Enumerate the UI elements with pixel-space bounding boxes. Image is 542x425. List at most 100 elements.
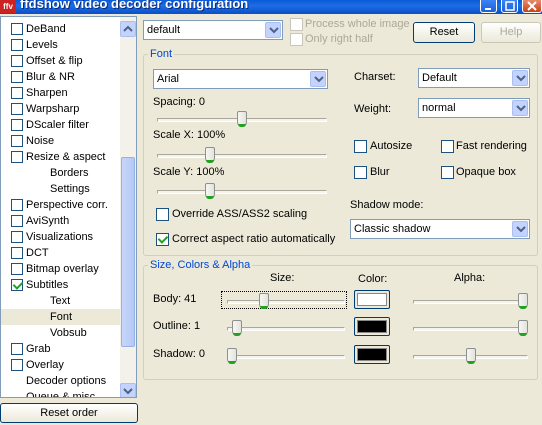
- shadow-size-slider-thumb[interactable]: [227, 348, 237, 364]
- font-name-dropdown-button[interactable]: [310, 71, 326, 87]
- charset-select[interactable]: Default: [418, 68, 530, 88]
- scale-x-slider-thumb[interactable]: [205, 147, 215, 163]
- sidebar-item-borders[interactable]: Borders: [1, 165, 121, 181]
- sidebar-item-checkbox[interactable]: [11, 39, 23, 51]
- sidebar-item-grab[interactable]: Grab: [1, 341, 121, 357]
- outline-alpha-slider-thumb[interactable]: [518, 320, 528, 336]
- sidebar-item-label: Resize & aspect: [26, 151, 106, 163]
- body-size-slider-thumb[interactable]: [259, 293, 269, 309]
- reset-order-button[interactable]: Reset order: [0, 403, 138, 423]
- minimize-button[interactable]: [480, 0, 497, 13]
- help-button[interactable]: Help: [481, 22, 541, 43]
- sidebar-item-checkbox[interactable]: [11, 135, 23, 147]
- sidebar-item-checkbox[interactable]: [11, 151, 23, 163]
- maximize-button[interactable]: [501, 0, 518, 13]
- sidebar-item-queue-misc[interactable]: Queue & misc: [1, 389, 121, 397]
- blur-checkbox[interactable]: [354, 166, 367, 179]
- sidebar-item-label: Overlay: [26, 359, 64, 371]
- sidebar-item-checkbox[interactable]: [11, 103, 23, 115]
- sidebar-item-label: Levels: [26, 39, 58, 51]
- scale-y-slider-track[interactable]: [157, 190, 327, 194]
- sidebar-item-label: Bitmap overlay: [26, 263, 99, 275]
- sidebar-item-blur-nr[interactable]: Blur & NR: [1, 69, 121, 85]
- sidebar-item-avisynth[interactable]: AviSynth: [1, 213, 121, 229]
- ffdshow-app-icon[interactable]: ffv: [0, 0, 16, 13]
- sidebar-item-decoder-options[interactable]: Decoder options: [1, 373, 121, 389]
- sidebar-item-checkbox[interactable]: [11, 55, 23, 67]
- shadow-mode-dropdown-button[interactable]: [512, 221, 528, 237]
- sidebar-item-checkbox[interactable]: [11, 119, 23, 131]
- spacing-slider-thumb[interactable]: [237, 111, 247, 127]
- correct-aspect-checkbox[interactable]: [156, 233, 169, 246]
- body-alpha-slider-track[interactable]: [413, 300, 528, 304]
- body-color-button[interactable]: [354, 290, 390, 309]
- sidebar-item-visualizations[interactable]: Visualizations: [1, 229, 121, 245]
- override-ass-scaling-checkbox[interactable]: [156, 208, 169, 221]
- sidebar-item-checkbox[interactable]: [11, 359, 23, 371]
- scroll-up-button[interactable]: [120, 21, 136, 37]
- sidebar-item-checkbox[interactable]: [11, 279, 23, 291]
- sidebar-item-checkbox[interactable]: [11, 231, 23, 243]
- sidebar-item-checkbox[interactable]: [11, 343, 23, 355]
- sidebar-item-text[interactable]: Text: [1, 293, 121, 309]
- preset-dropdown-button[interactable]: [265, 22, 281, 38]
- sidebar-item-checkbox[interactable]: [11, 23, 23, 35]
- sidebar-item-warpsharp[interactable]: Warpsharp: [1, 101, 121, 117]
- tree-scrollbar[interactable]: [120, 17, 136, 397]
- body-size-slider-track[interactable]: [227, 300, 345, 304]
- sidebar-item-offset-flip[interactable]: Offset & flip: [1, 53, 121, 69]
- maximize-icon: [505, 1, 515, 11]
- title-bar[interactable]: ffv ffdshow video decoder configuration: [0, 0, 542, 14]
- sidebar-item-settings[interactable]: Settings: [1, 181, 121, 197]
- spacing-label: Spacing: 0: [153, 96, 205, 108]
- body-alpha-slider-thumb[interactable]: [518, 293, 528, 309]
- shadow-mode-select[interactable]: Classic shadow: [350, 219, 530, 239]
- autosize-checkbox[interactable]: [354, 140, 367, 153]
- reset-button[interactable]: Reset: [413, 22, 475, 43]
- scale-y-slider-thumb[interactable]: [205, 183, 215, 199]
- sidebar-item-checkbox[interactable]: [11, 263, 23, 275]
- sidebar-item-perspective-corr[interactable]: Perspective corr.: [1, 197, 121, 213]
- shadow-size-slider-track[interactable]: [227, 355, 345, 359]
- sidebar-item-noise[interactable]: Noise: [1, 133, 121, 149]
- sidebar-item-overlay[interactable]: Overlay: [1, 357, 121, 373]
- sidebar-item-checkbox[interactable]: [11, 71, 23, 83]
- sidebar-item-font[interactable]: Font: [1, 309, 121, 325]
- sidebar-item-dscaler-filter[interactable]: DScaler filter: [1, 117, 121, 133]
- sidebar-item-vobsub[interactable]: Vobsub: [1, 325, 121, 341]
- font-name-select[interactable]: Arial: [153, 69, 328, 89]
- sidebar-item-bitmap-overlay[interactable]: Bitmap overlay: [1, 261, 121, 277]
- sidebar-item-levels[interactable]: Levels: [1, 37, 121, 53]
- sidebar-item-checkbox[interactable]: [11, 215, 23, 227]
- filter-tree[interactable]: DeBand Levels Offset & flip Blur & NR Sharpe…: [0, 16, 137, 398]
- process-whole-image-checkbox[interactable]: [290, 18, 303, 31]
- opaque-box-checkbox[interactable]: [441, 166, 454, 179]
- sidebar-item-label: DScaler filter: [26, 119, 89, 131]
- outline-size-slider-track[interactable]: [227, 327, 345, 331]
- scale-x-slider-track[interactable]: [157, 154, 327, 158]
- sidebar-item-checkbox[interactable]: [11, 247, 23, 259]
- shadow-color-button[interactable]: [354, 345, 390, 364]
- outline-size-slider-thumb[interactable]: [232, 320, 242, 336]
- sidebar-item-resize-aspect[interactable]: Resize & aspect: [1, 149, 121, 165]
- sidebar-item-checkbox[interactable]: [11, 87, 23, 99]
- sidebar-item-deband[interactable]: DeBand: [1, 21, 121, 37]
- fast-rendering-checkbox[interactable]: [441, 140, 454, 153]
- outline-alpha-slider-track[interactable]: [413, 327, 528, 331]
- sidebar-item-dct[interactable]: DCT: [1, 245, 121, 261]
- sidebar-item-sharpen[interactable]: Sharpen: [1, 85, 121, 101]
- scroll-down-button[interactable]: [120, 383, 136, 397]
- weight-dropdown-button[interactable]: [512, 100, 528, 116]
- shadow-color-swatch: [357, 348, 387, 361]
- outline-color-button[interactable]: [354, 317, 390, 336]
- preset-select[interactable]: default: [143, 20, 283, 40]
- shadow-alpha-slider-thumb[interactable]: [466, 348, 476, 364]
- sidebar-item-subtitles[interactable]: Subtitles: [1, 277, 121, 293]
- charset-dropdown-button[interactable]: [512, 70, 528, 86]
- close-button[interactable]: [522, 0, 542, 13]
- only-right-half-checkbox[interactable]: [290, 33, 303, 46]
- sidebar-item-checkbox[interactable]: [11, 199, 23, 211]
- sidebar-item-label: Blur & NR: [26, 71, 75, 83]
- scroll-thumb[interactable]: [121, 157, 135, 347]
- weight-select[interactable]: normal: [418, 98, 530, 118]
